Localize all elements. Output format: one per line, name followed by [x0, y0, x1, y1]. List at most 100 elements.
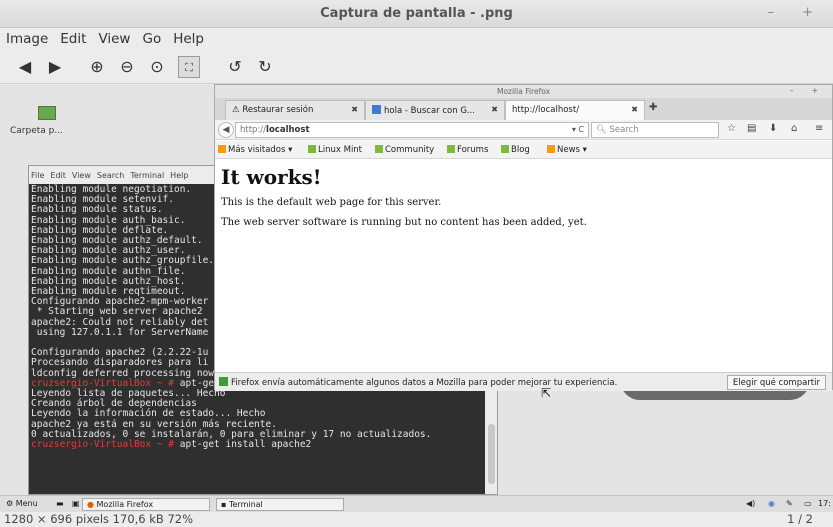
terminal-command: apt-get install apache2	[174, 439, 312, 451]
tab-localhost[interactable]: http://localhost/ ✖	[505, 100, 645, 120]
network-icon[interactable]: ◉	[764, 498, 779, 511]
mint-icon	[501, 145, 509, 153]
data-notice-bar: Firefox envía automáticamente algunos da…	[215, 372, 832, 391]
close-icon[interactable]: ✖	[491, 105, 498, 114]
home-icon[interactable]: ⌂	[791, 123, 797, 134]
firefox-tabbar: ⚠ Restaurar sesión ✖ hola - Buscar con G…	[215, 98, 832, 120]
folder-icon	[218, 145, 226, 153]
search-icon: 🔍︎	[596, 125, 610, 135]
menu-icon: ⚙	[6, 499, 16, 508]
taskbar-item-terminal[interactable]: ▪ Terminal	[216, 498, 344, 511]
firefox-window: Mozilla Firefox – + ⚠ Restaurar sesión ✖…	[214, 84, 833, 391]
bookmark-label: Blog	[511, 145, 530, 155]
choose-share-button[interactable]: Elegir qué compartir	[726, 375, 826, 390]
search-placeholder: Search	[609, 125, 639, 135]
image-counter: 1 / 2	[787, 512, 813, 526]
zoom-in-icon[interactable]: ⊕	[86, 56, 108, 78]
forward-arrow-icon[interactable]: ▶	[44, 56, 66, 78]
page-paragraph: The web server software is running but n…	[221, 217, 587, 228]
clipboard-icon[interactable]: ▤	[747, 123, 756, 134]
bookmark-label: Community	[385, 145, 435, 155]
page-heading: It works!	[221, 165, 322, 189]
tab-restaurar-sesion[interactable]: ⚠ Restaurar sesión ✖	[225, 100, 365, 120]
desktop-folder-label: Carpeta p...	[10, 126, 63, 136]
pen-icon[interactable]: ✎	[782, 498, 797, 511]
back-arrow-icon[interactable]: ◀	[14, 56, 36, 78]
download-icon[interactable]: ⬇	[769, 123, 777, 134]
mint-icon	[375, 145, 383, 153]
search-input[interactable]: 🔍︎ Search	[591, 122, 719, 138]
viewer-menubar: Image Edit View Go Help	[0, 28, 833, 50]
zoom-out-icon[interactable]: ⊖	[116, 56, 138, 78]
viewer-statusbar: 1280 × 696 pixels 170,6 kB 72% 1 / 2	[0, 512, 833, 527]
terminal-menu-view[interactable]: View	[72, 171, 91, 180]
terminal-menu-file[interactable]: File	[31, 171, 44, 180]
firefox-title: Mozilla Firefox	[496, 87, 551, 96]
bookmark-label: News ▾	[557, 145, 587, 155]
close-icon[interactable]: ✖	[351, 105, 358, 114]
menu-help[interactable]: Help	[167, 28, 210, 47]
mint-icon	[308, 145, 316, 153]
rss-icon	[547, 145, 555, 153]
tab-label: ⚠ Restaurar sesión	[232, 105, 314, 115]
terminal-menu-search[interactable]: Search	[97, 171, 124, 180]
new-tab-icon[interactable]: ✚	[649, 102, 657, 113]
tab-hola-buscar[interactable]: hola - Buscar con G... ✖	[365, 100, 505, 120]
bookmark-news[interactable]: News ▾	[547, 145, 587, 155]
firefox-navbar: ◀ http://localhost ▾ C 🔍︎ Search ☆ ▤ ⬇ ⌂…	[215, 120, 832, 140]
notice-text: Firefox envía automáticamente algunos da…	[231, 378, 618, 388]
viewer-title: Captura de pantalla - .png	[320, 6, 513, 21]
bookmark-community[interactable]: Community	[375, 145, 434, 155]
bookmark-linux-mint[interactable]: Linux Mint	[308, 145, 362, 155]
reload-icon[interactable]: ▾ C	[572, 125, 584, 134]
back-button[interactable]: ◀	[218, 122, 234, 138]
clock: 17:	[818, 499, 831, 508]
start-menu-button[interactable]: ⚙ Menu	[2, 498, 42, 511]
folder-icon[interactable]	[38, 106, 56, 120]
terminal-menu-terminal[interactable]: Terminal	[130, 171, 164, 180]
terminal-icon: ▪	[221, 500, 229, 509]
terminal-scroll-thumb[interactable]	[488, 424, 495, 484]
terminal-menu-help[interactable]: Help	[170, 171, 188, 180]
url-bar[interactable]: http://localhost ▾ C	[235, 122, 589, 138]
tab-label: hola - Buscar con G...	[384, 106, 476, 116]
firefox-window-controls[interactable]: – +	[790, 86, 826, 95]
menu-label: Menu	[15, 499, 38, 508]
menu-image[interactable]: Image	[0, 28, 54, 47]
rotate-left-icon[interactable]: ↺	[224, 56, 246, 78]
menu-icon[interactable]: ≡	[815, 123, 823, 134]
taskbar-label: Terminal	[228, 500, 263, 509]
terminal-prompt: cruzsergio-VirtualBox ~ #	[31, 439, 174, 451]
bookmark-label: Forums	[457, 145, 489, 155]
menu-view[interactable]: View	[92, 28, 136, 47]
taskbar: ⚙ Menu ▬ ▣ ● Mozilla Firefox ▪ Terminal …	[0, 495, 833, 512]
taskbar-item-firefox[interactable]: ● Mozilla Firefox	[82, 498, 210, 511]
terminal-line: cruzsergio-VirtualBox ~ # apt-get instal…	[31, 439, 485, 451]
page-paragraph: This is the default web page for this se…	[221, 197, 442, 208]
page-content: It works! This is the default web page f…	[215, 159, 832, 372]
bookmark-blog[interactable]: Blog	[501, 145, 530, 155]
url-host: localhost	[266, 125, 310, 135]
image-info: 1280 × 696 pixels 170,6 kB 72%	[4, 512, 194, 526]
bookmark-forums[interactable]: Forums	[447, 145, 488, 155]
tab-label: http://localhost/	[512, 105, 580, 115]
menu-go[interactable]: Go	[136, 28, 167, 47]
menu-edit[interactable]: Edit	[54, 28, 92, 47]
viewer-toolbar: ◀ ▶ ⊕ ⊖ ⊙ ⛶ ↺ ↻	[0, 50, 833, 84]
rotate-right-icon[interactable]: ↻	[254, 56, 276, 78]
bookmark-label: Linux Mint	[318, 145, 363, 155]
show-desktop-icon[interactable]: ▬	[52, 498, 68, 511]
zoom-normal-icon[interactable]: ⊙	[146, 56, 168, 78]
bookmark-mas-visitados[interactable]: Más visitados ▾	[218, 145, 292, 155]
mouse-cursor-icon: ⇱	[541, 386, 552, 400]
taskbar-label: Mozilla Firefox	[96, 500, 154, 509]
terminal-menu-edit[interactable]: Edit	[50, 171, 66, 180]
info-icon	[219, 377, 228, 386]
mint-icon	[447, 145, 455, 153]
star-icon[interactable]: ☆	[727, 123, 736, 134]
bookmark-label: Más visitados ▾	[228, 145, 293, 155]
viewer-window-controls[interactable]: – +	[767, 5, 825, 20]
close-icon[interactable]: ✖	[631, 105, 638, 114]
volume-icon[interactable]: ◀)	[742, 498, 759, 511]
zoom-fit-icon[interactable]: ⛶	[178, 56, 200, 78]
